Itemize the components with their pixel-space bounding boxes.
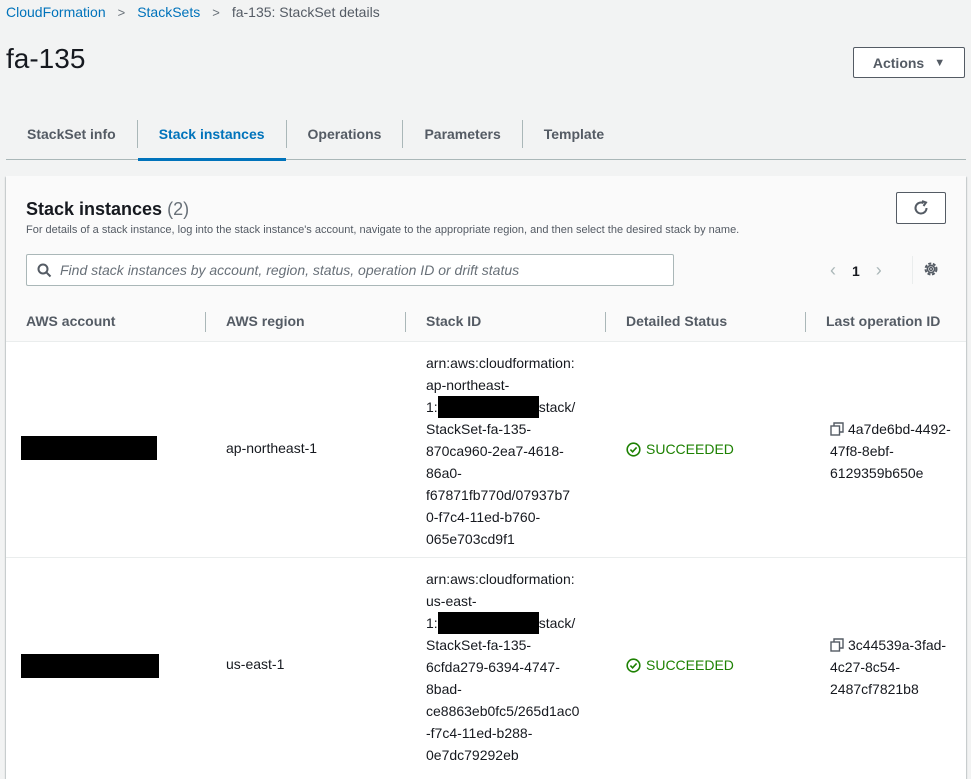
column-header-last-operation-id[interactable]: Last operation ID <box>826 300 940 342</box>
actions-label: Actions <box>872 54 925 71</box>
panel-header: Stack instances (2) For details of a sta… <box>6 176 966 300</box>
status-text: SUCCEEDED <box>646 657 734 673</box>
breadcrumb: CloudFormation > StackSets > fa-135: Sta… <box>6 4 380 20</box>
caret-down-icon: ▼ <box>934 56 946 69</box>
pagination-divider <box>912 256 913 284</box>
tab-template[interactable]: Template <box>523 108 625 160</box>
chevron-right-icon: > <box>117 4 126 20</box>
column-divider <box>805 312 806 332</box>
page-number[interactable]: 1 <box>852 263 860 279</box>
column-divider <box>605 312 606 332</box>
column-divider <box>405 312 406 332</box>
page-title: fa-135 <box>6 43 86 74</box>
search-input[interactable] <box>60 262 660 278</box>
redacted-account <box>21 654 159 678</box>
copy-icon[interactable] <box>830 638 844 652</box>
breadcrumb-cloudformation[interactable]: CloudFormation <box>6 4 106 20</box>
panel-count: (2) <box>167 199 190 219</box>
tab-stack-instances[interactable]: Stack instances <box>137 108 286 161</box>
settings-button[interactable] <box>922 260 940 283</box>
breadcrumb-current: fa-135: StackSet details <box>231 4 380 20</box>
table-row: us-east-1 arn:aws:cloudformation: us-eas… <box>6 558 966 779</box>
column-header-detailed-status[interactable]: Detailed Status <box>626 300 727 342</box>
column-divider <box>205 312 206 332</box>
pagination: ‹ 1 › <box>830 260 882 281</box>
stack-instances-panel: Stack instances (2) For details of a sta… <box>6 176 966 779</box>
redacted-account <box>21 436 157 460</box>
search-box <box>26 254 674 286</box>
refresh-icon <box>914 200 928 215</box>
success-check-icon <box>626 441 641 457</box>
success-check-icon <box>626 657 641 673</box>
column-header-stack-id[interactable]: Stack ID <box>426 300 481 342</box>
table-header: AWS account AWS region Stack ID Detailed… <box>6 300 966 342</box>
status-badge: SUCCEEDED <box>626 441 734 457</box>
stack-id-cell[interactable]: arn:aws:cloudformation: ap-northeast- 1:… <box>426 352 596 550</box>
settings-icon <box>924 262 938 276</box>
panel-title-text: Stack instances <box>26 199 163 219</box>
column-header-region[interactable]: AWS region <box>226 300 305 342</box>
operation-id-cell[interactable]: 3c44539a-3fad- 4c27-8c54- 2487cf7821b8 <box>830 634 970 700</box>
panel-description: For details of a stack instance, log int… <box>26 224 740 236</box>
tab-bar: StackSet info Stack instances Operations… <box>6 108 966 161</box>
panel-title: Stack instances (2) <box>26 199 189 220</box>
tab-parameters[interactable]: Parameters <box>403 108 521 160</box>
column-header-account[interactable]: AWS account <box>26 300 115 342</box>
copy-icon[interactable] <box>830 422 844 436</box>
tab-stackset-info[interactable]: StackSet info <box>6 108 137 160</box>
chevron-right-icon[interactable]: › <box>876 260 882 281</box>
status-text: SUCCEEDED <box>646 441 734 457</box>
actions-button[interactable]: Actions ▼ <box>853 47 965 78</box>
operation-id-cell[interactable]: 4a7de6bd-4492- 47f8-8ebf- 6129359b650e <box>830 418 970 484</box>
chevron-left-icon[interactable]: ‹ <box>830 260 836 281</box>
region-cell: ap-northeast-1 <box>226 440 318 456</box>
region-cell: us-east-1 <box>226 656 285 672</box>
chevron-right-icon: > <box>212 4 220 20</box>
stack-id-cell[interactable]: arn:aws:cloudformation: us-east- 1: stack… <box>426 568 596 766</box>
table-row: ap-northeast-1 arn:aws:cloudformation: a… <box>6 342 966 558</box>
tab-operations[interactable]: Operations <box>287 108 403 160</box>
refresh-button[interactable] <box>896 192 946 224</box>
breadcrumb-stacksets[interactable]: StackSets <box>137 4 200 20</box>
search-icon <box>37 263 52 277</box>
redacted-account-id <box>437 612 539 634</box>
status-badge: SUCCEEDED <box>626 657 734 673</box>
redacted-account-id <box>437 396 539 418</box>
